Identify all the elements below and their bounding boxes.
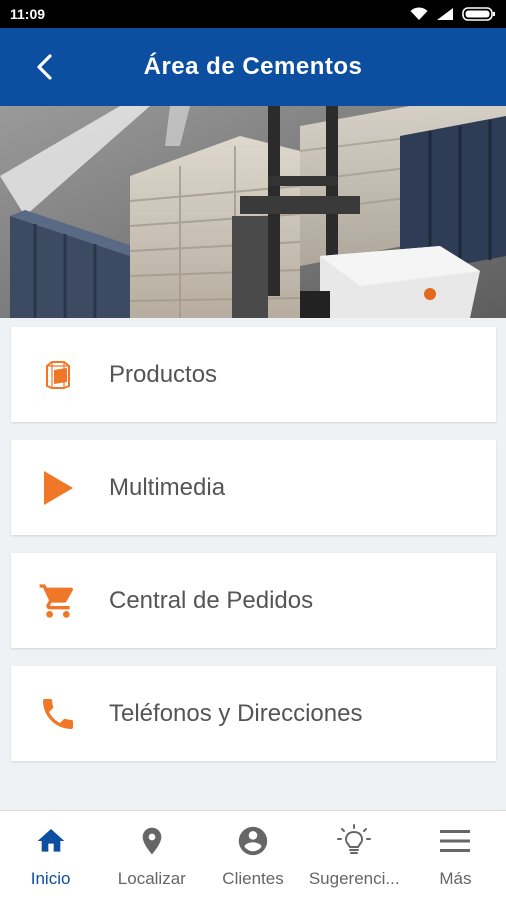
status-bar: 11:09 [0,0,506,28]
play-icon [11,440,109,535]
menu-item-telefonos-y-direcciones[interactable]: Teléfonos y Direcciones [11,666,496,761]
back-button[interactable] [28,50,62,84]
status-time: 11:09 [10,6,46,22]
location-pin-icon [134,823,170,859]
page-title: Área de Cementos [143,53,363,80]
home-icon [33,823,69,859]
chevron-left-icon [37,54,52,80]
nav-label: Inicio [30,869,71,888]
menu-item-multimedia[interactable]: Multimedia [11,440,496,535]
account-circle-icon [235,823,271,859]
lightbulb-icon [336,823,372,859]
menu-item-label: Teléfonos y Direcciones [109,699,363,727]
wifi-icon [410,7,428,20]
nav-label: Clientes [222,869,284,888]
nav-label: Sugerenci... [308,869,400,888]
battery-icon [462,7,495,21]
hero-image [0,106,506,318]
nav-item-inicio[interactable]: Inicio [0,811,101,900]
phone-icon [11,666,109,761]
menu-item-label: Productos [109,360,218,388]
menu-icon [437,823,473,859]
nav-item-clientes[interactable]: Clientes [202,811,303,900]
cart-icon [11,553,109,648]
menu-item-productos[interactable]: Productos [11,327,496,422]
app-bar: Área de Cementos [0,28,506,106]
bag-icon [11,327,109,422]
nav-item-mas[interactable]: Más [405,811,506,900]
menu-item-central-de-pedidos[interactable]: Central de Pedidos [11,553,496,648]
menu-list: Productos Multimedia Central de Pedidos … [11,327,496,779]
menu-item-label: Multimedia [109,473,226,501]
nav-item-sugerencias[interactable]: Sugerenci... [304,811,405,900]
nav-label: Localizar [117,869,186,888]
menu-item-label: Central de Pedidos [109,586,314,614]
nav-label: Más [439,869,472,888]
nav-item-localizar[interactable]: Localizar [101,811,202,900]
status-icons [410,7,496,21]
signal-icon [437,8,453,20]
bottom-navigation: Inicio Localizar Clientes Sugerenci... M… [0,810,506,900]
